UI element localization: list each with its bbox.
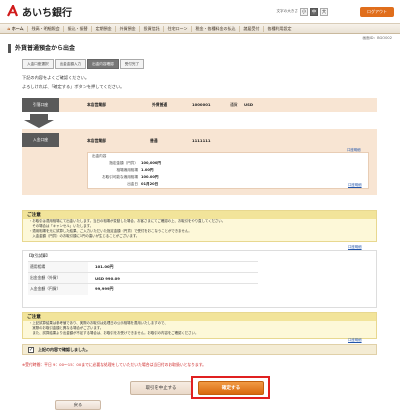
withdraw-account-row: 引落口座 本店営業部 外貨普通 1000001 通貨 USD: [22, 98, 377, 112]
logout-button[interactable]: ログアウト: [360, 6, 394, 17]
deposit-account-label: 入金口座: [22, 133, 59, 147]
notice-1-link[interactable]: 口座明細: [348, 244, 362, 249]
business-hours-text: ※受付時間：平日 9：00～15：00までに必要な処理をしていただいた場合は当日…: [22, 362, 206, 367]
step-select-account: 入金口座選択: [22, 59, 54, 69]
estimate-label: 適用相場: [28, 261, 88, 273]
page-title: 外貨普通預金から出金: [8, 44, 392, 53]
nav-item-tax-payment[interactable]: 税金・各種料金の払込: [192, 25, 240, 32]
notice-2-title: ご注意: [23, 313, 376, 321]
withdrawal-content-title: 出金内容: [92, 154, 107, 158]
down-arrow-icon: [24, 114, 54, 128]
confirm-button[interactable]: 確定する: [198, 381, 264, 395]
content-value: 1.00円: [141, 168, 154, 172]
notice-1-line: 入金金額（円貨）のお取引額に1円の違いが生じることがございます。: [29, 234, 140, 238]
currency-label: 通貨: [230, 102, 238, 107]
screen-id: 画面ID：BGO002: [362, 36, 392, 40]
notice-box-1: ご注意 ・お取引は適用相場にて出金いたします。当日の相場が変動した場合、お客さま…: [22, 210, 377, 242]
content-label: 相場適用相場: [116, 168, 138, 172]
confirm-label: 上記の内容で確認しました。: [38, 346, 90, 352]
nav-home-label: ホーム: [11, 25, 24, 31]
bank-logo[interactable]: あいち銀行: [6, 4, 72, 19]
transaction-estimate: 【取引試算】 適用相場 101.00円 出金金額（外貨） USD 990.09 入金…: [22, 250, 377, 308]
step-complete: 受付完了: [119, 59, 145, 69]
withdraw-account-number: 1000001: [192, 102, 211, 107]
withdraw-branch: 本店営業部: [87, 102, 106, 107]
font-size-large-button[interactable]: 大: [320, 7, 328, 16]
nav-item-housing-loan[interactable]: 住宅ローン: [164, 25, 192, 32]
estimate-value: 99,999円: [88, 283, 258, 295]
deposit-branch: 本店営業部: [87, 138, 106, 143]
cancel-transaction-button[interactable]: 取引を中止する: [130, 381, 192, 395]
content-value: 100.00円: [141, 175, 159, 179]
content-value: 01月20日: [141, 182, 159, 186]
table-row: 出金金額（外貨） USD 990.09: [28, 272, 258, 284]
content-label: 出金日: [127, 182, 138, 186]
deposit-account-type: 普通: [150, 138, 158, 143]
site-header: あいち銀行 文字の大きさ 小 中 大 ログアウト: [0, 0, 400, 23]
notice-box-2: ご注意 ・上記試算結果は参考値であり、実際のお取引は処理日の公示相場を適用いたし…: [22, 312, 377, 339]
estimate-label: 出金金額（外貨）: [28, 272, 88, 284]
business-hours-note: ※受付時間：平日 9：00～15：00までに必要な処理をしていただいた場合は当日…: [22, 362, 382, 368]
table-row: 入金金額（円貨） 99,999円: [28, 283, 258, 295]
nav-item-time-deposit[interactable]: 定期預金: [92, 25, 117, 32]
font-size-switcher: 文字の大きさ 小 中 大 ログアウト: [276, 6, 394, 17]
notice-2-line: また、試算結果より出金額が不足する場合は、お取引をお受けできません。お取引の内容…: [29, 331, 199, 335]
content-row: 出金日 01月20日: [88, 181, 368, 188]
withdraw-account-type: 外貨普通: [152, 102, 168, 107]
nav-item-investment-trust[interactable]: 投資信託: [140, 25, 165, 32]
progress-steps: 入金口座選択 出金金額入力 出金内容確認 受付完了: [22, 59, 400, 69]
estimate-table: 適用相場 101.00円 出金金額（外貨） USD 990.09 入金金額（円貨） 9…: [28, 261, 258, 295]
content-row: 相場適用相場 1.00円: [88, 167, 368, 174]
table-row: 適用相場 101.00円: [28, 261, 258, 273]
nav-item-balance[interactable]: 残高・明細照会: [28, 25, 65, 32]
step-confirm: 出金内容確認: [87, 59, 119, 69]
nav-item-settings[interactable]: 各種利用設定: [264, 26, 295, 32]
confirm-checkbox-row[interactable]: ✓ 上記の内容で確認しました。: [22, 344, 377, 355]
font-size-small-button[interactable]: 小: [300, 7, 308, 16]
estimate-title: 【取引試算】: [27, 253, 50, 258]
instructions: 下記の内容をよくご確認ください。 よろしければ、「確定する」ボタンを押してくださ…: [22, 73, 400, 91]
estimate-value: 101.00円: [88, 261, 258, 273]
confirm-checkbox[interactable]: ✓: [28, 346, 34, 353]
content-detail-link[interactable]: 口座明細: [348, 182, 362, 187]
nav-item-transfer[interactable]: 振込・振替: [64, 25, 93, 32]
deposit-account-number: 1111111: [192, 138, 211, 143]
font-size-medium-button[interactable]: 中: [310, 7, 318, 16]
estimate-value: USD 990.09: [88, 272, 258, 284]
nav-item-home[interactable]: ⌂ ホーム: [4, 25, 29, 32]
main-nav: ⌂ ホーム 残高・明細照会 振込・振替 定期預金 外貨預金 投資信託 住宅ローン…: [0, 23, 400, 34]
withdraw-account-label: 引落口座: [22, 98, 59, 112]
bank-name: あいち銀行: [22, 8, 72, 19]
content-label: お取引可能な適用相場: [102, 175, 138, 179]
bank-logo-icon: [7, 5, 19, 17]
content-value: 100,000円: [141, 161, 161, 165]
content-row: お取引可能な適用相場 100.00円: [88, 174, 368, 181]
step-enter-amount: 出金金額入力: [54, 59, 87, 69]
notice-2-link[interactable]: 口座明細: [348, 337, 362, 342]
withdraw-currency: USD: [244, 102, 253, 107]
instruction-line-2: よろしければ、「確定する」ボタンを押してください。: [22, 84, 125, 89]
content-row: 指定金額（円貨） 100,000円: [88, 160, 368, 167]
instruction-line-1: 下記の内容をよくご確認ください。: [22, 75, 90, 80]
notice-1-title: ご注意: [23, 211, 376, 219]
back-button[interactable]: 戻る: [55, 400, 101, 410]
font-size-label: 文字の大きさ: [276, 9, 298, 13]
nav-item-notifications[interactable]: 諸届受付: [240, 25, 264, 32]
withdrawal-content-box: 出金内容 指定金額（円貨） 100,000円 相場適用相場 1.00円 お取引可能な…: [87, 152, 369, 189]
nav-item-foreign-deposit[interactable]: 外貨預金: [116, 25, 141, 32]
content-label: 指定金額（円貨）: [109, 161, 138, 165]
estimate-label: 入金金額（円貨）: [28, 283, 88, 295]
